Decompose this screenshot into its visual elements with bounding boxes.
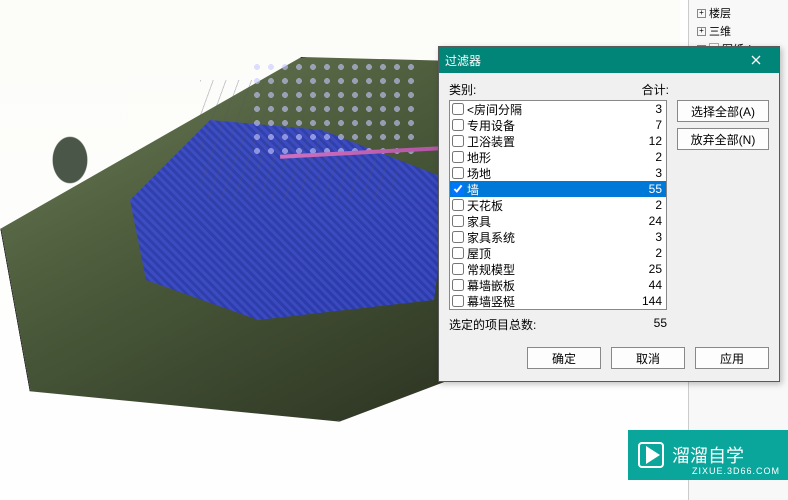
category-count: 25 [630,262,666,276]
tree-element [40,120,100,200]
category-count: 24 [630,214,666,228]
filter-dialog: 过滤器 类别: 合计: <房间分隔3专用设备7卫浴装置12地形2场地3墙55天花… [438,46,780,382]
category-checkbox[interactable] [452,119,464,131]
category-count: 144 [630,294,666,308]
category-label: 地形 [467,149,630,166]
category-count: 3 [630,230,666,244]
expand-icon[interactable]: + [697,27,706,36]
category-row[interactable]: 专用设备7 [450,117,666,133]
total-label: 选定的项目总数: [449,316,617,333]
category-label: 幕墙嵌板 [467,277,630,294]
watermark-url: ZIXUE.3D66.COM [692,466,780,476]
select-none-button[interactable]: 放弃全部(N) [677,128,769,150]
category-count: 3 [630,166,666,180]
category-row[interactable]: 天花板2 [450,197,666,213]
category-count: 55 [630,182,666,196]
category-label: 幕墙竖梃 [467,293,630,310]
category-checkbox[interactable] [452,183,464,195]
browser-item[interactable]: +楼层 [691,4,786,22]
category-label: 家具系统 [467,229,630,246]
category-row[interactable]: 家具24 [450,213,666,229]
select-all-button[interactable]: 选择全部(A) [677,100,769,122]
category-label: 常规模型 [467,261,630,278]
category-row[interactable]: 屋顶2 [450,245,666,261]
category-count: 2 [630,150,666,164]
category-row[interactable]: <房间分隔3 [450,101,666,117]
category-checkbox[interactable] [452,279,464,291]
category-row[interactable]: 幕墙竖梃144 [450,293,666,309]
header-category-label: 类别: [449,81,619,98]
category-label: 幕墙网格 [467,309,630,311]
category-checkbox[interactable] [452,135,464,147]
category-checkbox[interactable] [452,103,464,115]
category-list[interactable]: <房间分隔3专用设备7卫浴装置12地形2场地3墙55天花板2家具24家具系统3屋… [449,100,667,310]
category-checkbox[interactable] [452,215,464,227]
category-row[interactable]: 场地3 [450,165,666,181]
browser-item-label: 楼层 [709,5,731,21]
total-value: 55 [617,316,667,333]
category-checkbox[interactable] [452,199,464,211]
category-row[interactable]: 家具系统3 [450,229,666,245]
category-checkbox[interactable] [452,167,464,179]
category-label: 场地 [467,165,630,182]
close-icon [751,55,761,65]
category-row[interactable]: 卫浴装置12 [450,133,666,149]
category-row[interactable]: 幕墙嵌板44 [450,277,666,293]
category-label: 家具 [467,213,630,230]
category-count: 2 [630,246,666,260]
browser-item-label: 三维 [709,23,731,39]
category-label: 墙 [467,181,630,198]
expand-icon[interactable]: + [697,9,706,18]
category-label: 专用设备 [467,117,630,134]
category-checkbox[interactable] [452,263,464,275]
category-count: 7 [630,118,666,132]
category-checkbox[interactable] [452,151,464,163]
dialog-title: 过滤器 [445,52,481,69]
category-label: 卫浴装置 [467,133,630,150]
category-checkbox[interactable] [452,231,464,243]
play-icon [638,442,664,468]
header-count-label: 合计: [619,81,669,98]
watermark-brand: 溜溜自学 [672,442,744,468]
category-label: 天花板 [467,197,630,214]
category-count: 44 [630,278,666,292]
close-button[interactable] [739,50,773,70]
category-count: 3 [630,102,666,116]
category-row[interactable]: 墙55 [450,181,666,197]
category-checkbox[interactable] [452,247,464,259]
category-row[interactable]: 幕墙网格32 [450,309,666,310]
category-label: <房间分隔 [467,101,630,118]
ok-button[interactable]: 确定 [527,347,601,369]
category-count: 2 [630,198,666,212]
dialog-titlebar[interactable]: 过滤器 [439,47,779,73]
category-row[interactable]: 常规模型25 [450,261,666,277]
category-checkbox[interactable] [452,295,464,307]
watermark: 溜溜自学 ZIXUE.3D66.COM [628,430,788,480]
browser-item[interactable]: +三维 [691,22,786,40]
apply-button[interactable]: 应用 [695,347,769,369]
category-row[interactable]: 地形2 [450,149,666,165]
category-count: 12 [630,134,666,148]
point-cloud-overlay [250,60,420,160]
category-label: 屋顶 [467,245,630,262]
cancel-button[interactable]: 取消 [611,347,685,369]
